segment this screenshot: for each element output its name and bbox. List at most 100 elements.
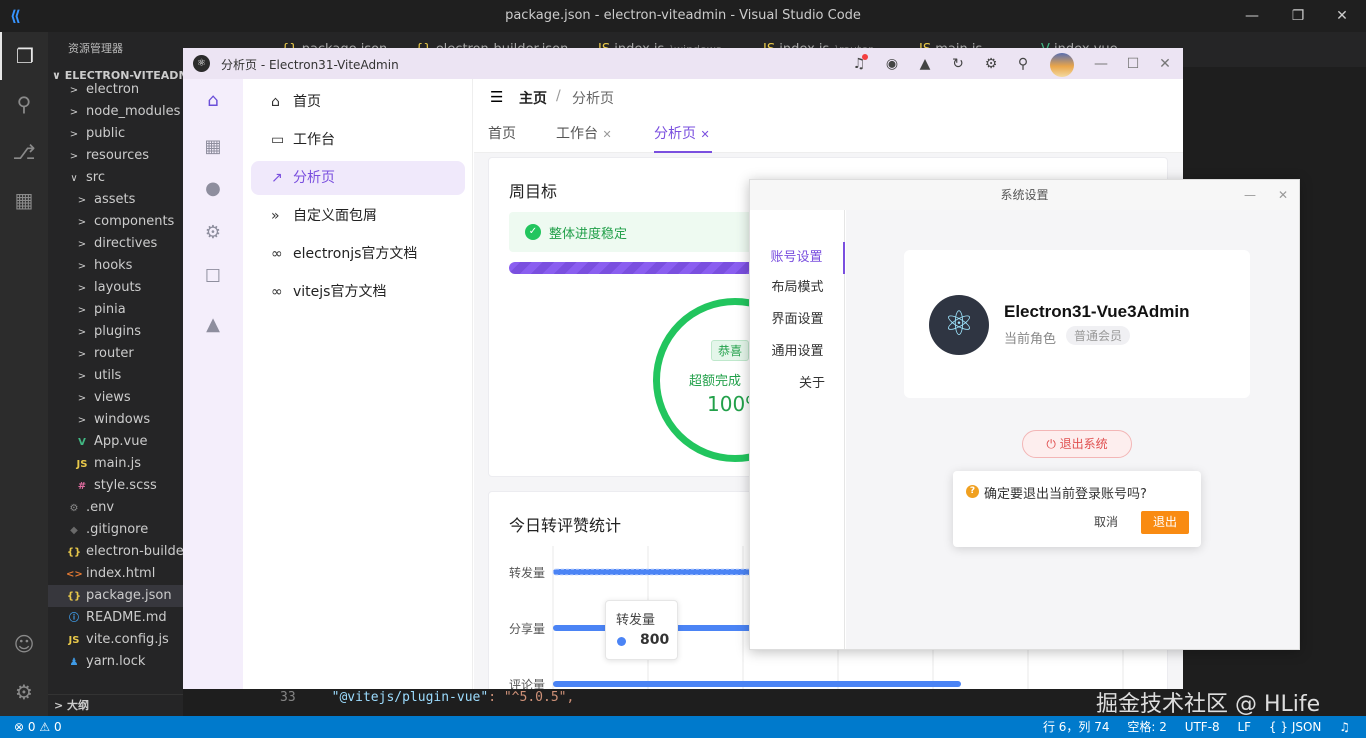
dialog-close-icon[interactable]: ✕ [1278, 180, 1288, 210]
maximize-icon[interactable]: ☐ [1123, 54, 1143, 74]
tab-home[interactable]: 首页 [488, 123, 516, 153]
home-icon: ⌂ [271, 94, 280, 110]
chevron-right-icon: > [69, 85, 79, 96]
file-icon: ⓘ [69, 613, 79, 624]
tooltip-value: 800 [640, 632, 670, 648]
folder-14[interactable]: > views [48, 387, 183, 409]
folder-9[interactable]: > layouts [48, 277, 183, 299]
folder-12[interactable]: > router [48, 343, 183, 365]
bell-icon[interactable]: ♫ [1339, 720, 1350, 734]
chevron-down-icon: ∨ [70, 173, 78, 184]
close-tab-icon[interactable]: ✕ [700, 128, 709, 141]
close-tab-icon[interactable]: ✕ [602, 128, 611, 141]
gear-icon[interactable]: ⚙ [981, 54, 1001, 74]
user-icon[interactable]: ● [201, 177, 225, 201]
cancel-button[interactable]: 取消 [1094, 513, 1118, 530]
menu-item-workbench[interactable]: ▭ 工作台 [251, 123, 465, 157]
nav-account-settings[interactable]: 账号设置 [750, 242, 845, 274]
folder-15[interactable]: > windows [48, 409, 183, 431]
menu-item-electron-docs[interactable]: ∞ electronjs官方文档 [251, 237, 465, 271]
search-icon[interactable]: ⚲ [0, 80, 48, 128]
nav-layout-mode[interactable]: 布局模式 [750, 276, 845, 300]
double-chevron-icon: » [271, 208, 280, 224]
shirt-icon[interactable]: ▲ [915, 54, 935, 74]
file-18[interactable]: # style.scss [48, 475, 183, 497]
settings-gear-icon[interactable]: ⚙ [0, 668, 48, 716]
nav-ui-settings[interactable]: 界面设置 [750, 308, 845, 332]
folder-8[interactable]: > hooks [48, 255, 183, 277]
account-icon[interactable]: ☺ [0, 620, 48, 668]
tab-analysis[interactable]: 分析页 ✕ [654, 123, 712, 153]
minimize-icon[interactable]: — [1240, 4, 1264, 28]
file-icon: JS [76, 459, 88, 470]
folder-1[interactable]: > node_modules [48, 101, 183, 123]
file-22[interactable]: <> index.html [48, 563, 183, 585]
folder-7[interactable]: > directives [48, 233, 183, 255]
folder-4[interactable]: ∨ src [48, 167, 183, 189]
bell-icon[interactable]: ♫ [849, 54, 869, 74]
extensions-icon[interactable]: ▦ [0, 176, 48, 224]
chevron-right-icon: > [77, 195, 87, 206]
minimize-icon[interactable]: — [1091, 54, 1111, 74]
nav-general-settings[interactable]: 通用设置 [750, 340, 845, 364]
folder-10[interactable]: > pinia [48, 299, 183, 321]
vscode-titlebar: ⟪ package.json - electron-viteadmin - Vi… [0, 0, 1366, 32]
pin-icon[interactable]: ⚲ [1013, 54, 1033, 74]
encoding[interactable]: UTF-8 [1185, 720, 1220, 734]
file-20[interactable]: ◆ .gitignore [48, 519, 183, 541]
settings-icon[interactable]: ⚙ [201, 221, 225, 245]
explorer-header: 资源管理器 [68, 42, 123, 55]
file-26[interactable]: ♟ yarn.lock [48, 651, 183, 673]
file-23[interactable]: {} package.json [48, 585, 183, 607]
file-24[interactable]: ⓘ README.md [48, 607, 183, 629]
warning-icon[interactable]: ▲ [201, 313, 225, 337]
cursor-position[interactable]: 行 6，列 74 [1043, 720, 1110, 734]
file-19[interactable]: ⚙ .env [48, 497, 183, 519]
maximize-icon[interactable]: ❐ [1286, 4, 1310, 28]
avatar[interactable] [1050, 53, 1074, 77]
chevron-right-icon: > [77, 261, 87, 272]
file-21[interactable]: {}electron-builder.js [48, 541, 183, 563]
collapse-menu-icon[interactable]: ☰ [490, 88, 503, 106]
folder-6[interactable]: > components [48, 211, 183, 233]
palette-icon[interactable]: ◉ [882, 54, 902, 74]
breadcrumb-home[interactable]: 主页 [519, 88, 547, 108]
home-icon[interactable]: ⌂ [201, 89, 225, 113]
close-icon[interactable]: ✕ [1330, 4, 1354, 28]
lock-icon[interactable]: ☐ [201, 265, 225, 289]
eol[interactable]: LF [1238, 720, 1252, 734]
code-line: 33 "@vitejs/plugin-vue": "^5.0.5", [280, 690, 575, 705]
bar-2[interactable] [553, 681, 961, 687]
menu-item-analysis[interactable]: ↗ 分析页 [251, 161, 465, 195]
menu-item-home[interactable]: ⌂ 首页 [251, 85, 465, 119]
explorer-icon[interactable]: ❐ [0, 32, 48, 80]
profile-card: ⚛ Electron31-Vue3Admin 当前角色 普通会员 [904, 250, 1250, 398]
source-control-icon[interactable]: ⎇ [0, 128, 48, 176]
file-icon: ⚙ [69, 503, 79, 514]
chevron-right-icon: > [69, 107, 79, 118]
refresh-icon[interactable]: ↻ [948, 54, 968, 74]
outline-section[interactable]: > 大纲 [48, 694, 183, 716]
problems-indicator[interactable]: ⊗ 0 ⚠ 0 [14, 716, 62, 738]
nav-about[interactable]: 关于 [750, 372, 845, 396]
file-16[interactable]: V App.vue [48, 431, 183, 453]
file-17[interactable]: JS main.js [48, 453, 183, 475]
indentation[interactable]: 空格: 2 [1127, 720, 1167, 734]
chevron-right-icon: > [77, 327, 87, 338]
grid-icon[interactable]: ▦ [201, 135, 225, 159]
logout-button[interactable]: ⏻ 退出系统 [1022, 430, 1132, 458]
folder-0[interactable]: > electron [48, 79, 183, 101]
folder-2[interactable]: > public [48, 123, 183, 145]
close-icon[interactable]: ✕ [1155, 54, 1175, 74]
folder-3[interactable]: > resources [48, 145, 183, 167]
folder-13[interactable]: > utils [48, 365, 183, 387]
folder-5[interactable]: > assets [48, 189, 183, 211]
tab-workbench[interactable]: 工作台 ✕ [556, 123, 612, 153]
file-25[interactable]: JS vite.config.js [48, 629, 183, 651]
language-mode[interactable]: { } JSON [1269, 720, 1321, 734]
dialog-minimize-icon[interactable]: — [1244, 180, 1256, 210]
menu-item-breadcrumb[interactable]: » 自定义面包屑 [251, 199, 465, 233]
confirm-logout-button[interactable]: 退出 [1141, 511, 1189, 534]
menu-item-vite-docs[interactable]: ∞ vitejs官方文档 [251, 275, 465, 309]
folder-11[interactable]: > plugins [48, 321, 183, 343]
